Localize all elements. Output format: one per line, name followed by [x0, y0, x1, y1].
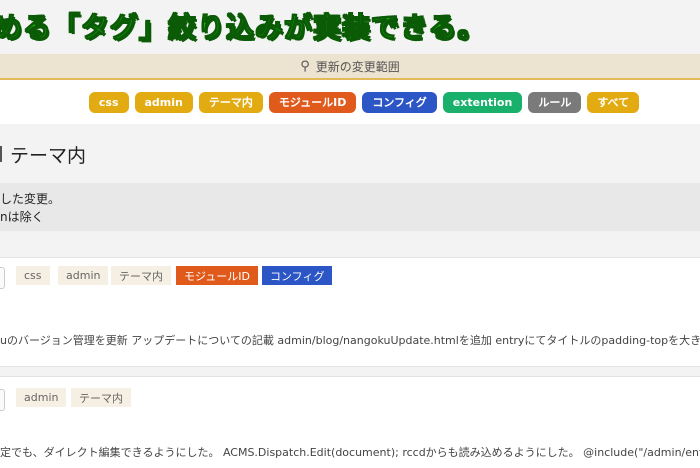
entry-tag[interactable]: admin — [58, 266, 109, 285]
tag-filter-theme[interactable]: テーマ内 — [198, 91, 263, 113]
headline-banner: める「タグ」絞り込みが実装できる。 — [0, 0, 700, 52]
entry-tag[interactable]: テーマ内 — [111, 266, 171, 285]
tag-filter-extention[interactable]: extention — [442, 91, 523, 113]
filter-scope-bar[interactable]: ⚲ 更新の変更範囲 — [0, 54, 700, 80]
entry-handle — [0, 389, 5, 411]
headline-text: める「タグ」絞り込みが実装できる。 — [0, 11, 487, 45]
update-entry-card[interactable]: admin テーマ内 定でも、ダイレクト編集できるようにした。 ACMS.Dis… — [0, 376, 700, 468]
tag-filter-config[interactable]: コンフィグ — [362, 91, 437, 113]
description-line-2: nは除く — [0, 210, 44, 224]
section-marker — [0, 146, 2, 162]
entry-body-text: 定でも、ダイレクト編集できるようにした。 ACMS.Dispatch.Edit(… — [0, 446, 700, 459]
tag-filter-module-id[interactable]: モジュールID — [268, 91, 357, 113]
tag-filter-rule[interactable]: ルール — [528, 91, 582, 113]
entry-tag[interactable]: テーマ内 — [71, 388, 131, 407]
tag-filter-row: css admin テーマ内 モジュールID コンフィグ extention ル… — [0, 80, 700, 124]
entry-body-text: uのバージョン管理を更新 アップデートについての記載 admin/blog/na… — [0, 334, 700, 347]
entry-tag[interactable]: モジュールID — [176, 266, 258, 285]
filter-scope-label: 更新の変更範囲 — [315, 59, 400, 74]
section-title: テーマ内 — [10, 145, 87, 167]
tag-filter-css[interactable]: css — [88, 91, 129, 113]
entry-tag[interactable]: css — [16, 266, 50, 285]
section-header: テーマ内 — [0, 124, 700, 182]
entry-tag[interactable]: admin — [16, 388, 67, 407]
description-line-1: した変更。 — [0, 192, 61, 206]
update-entry-card[interactable]: css admin テーマ内 モジュールID コンフィグ uのバージョン管理を更… — [0, 257, 700, 367]
section-description: した変更。 nは除く — [0, 183, 700, 231]
search-icon: ⚲ — [300, 58, 310, 74]
entry-handle — [0, 267, 5, 289]
entry-tag[interactable]: コンフィグ — [262, 266, 333, 285]
tag-filter-all[interactable]: すべて — [587, 91, 640, 113]
tag-filter-admin[interactable]: admin — [134, 91, 193, 113]
